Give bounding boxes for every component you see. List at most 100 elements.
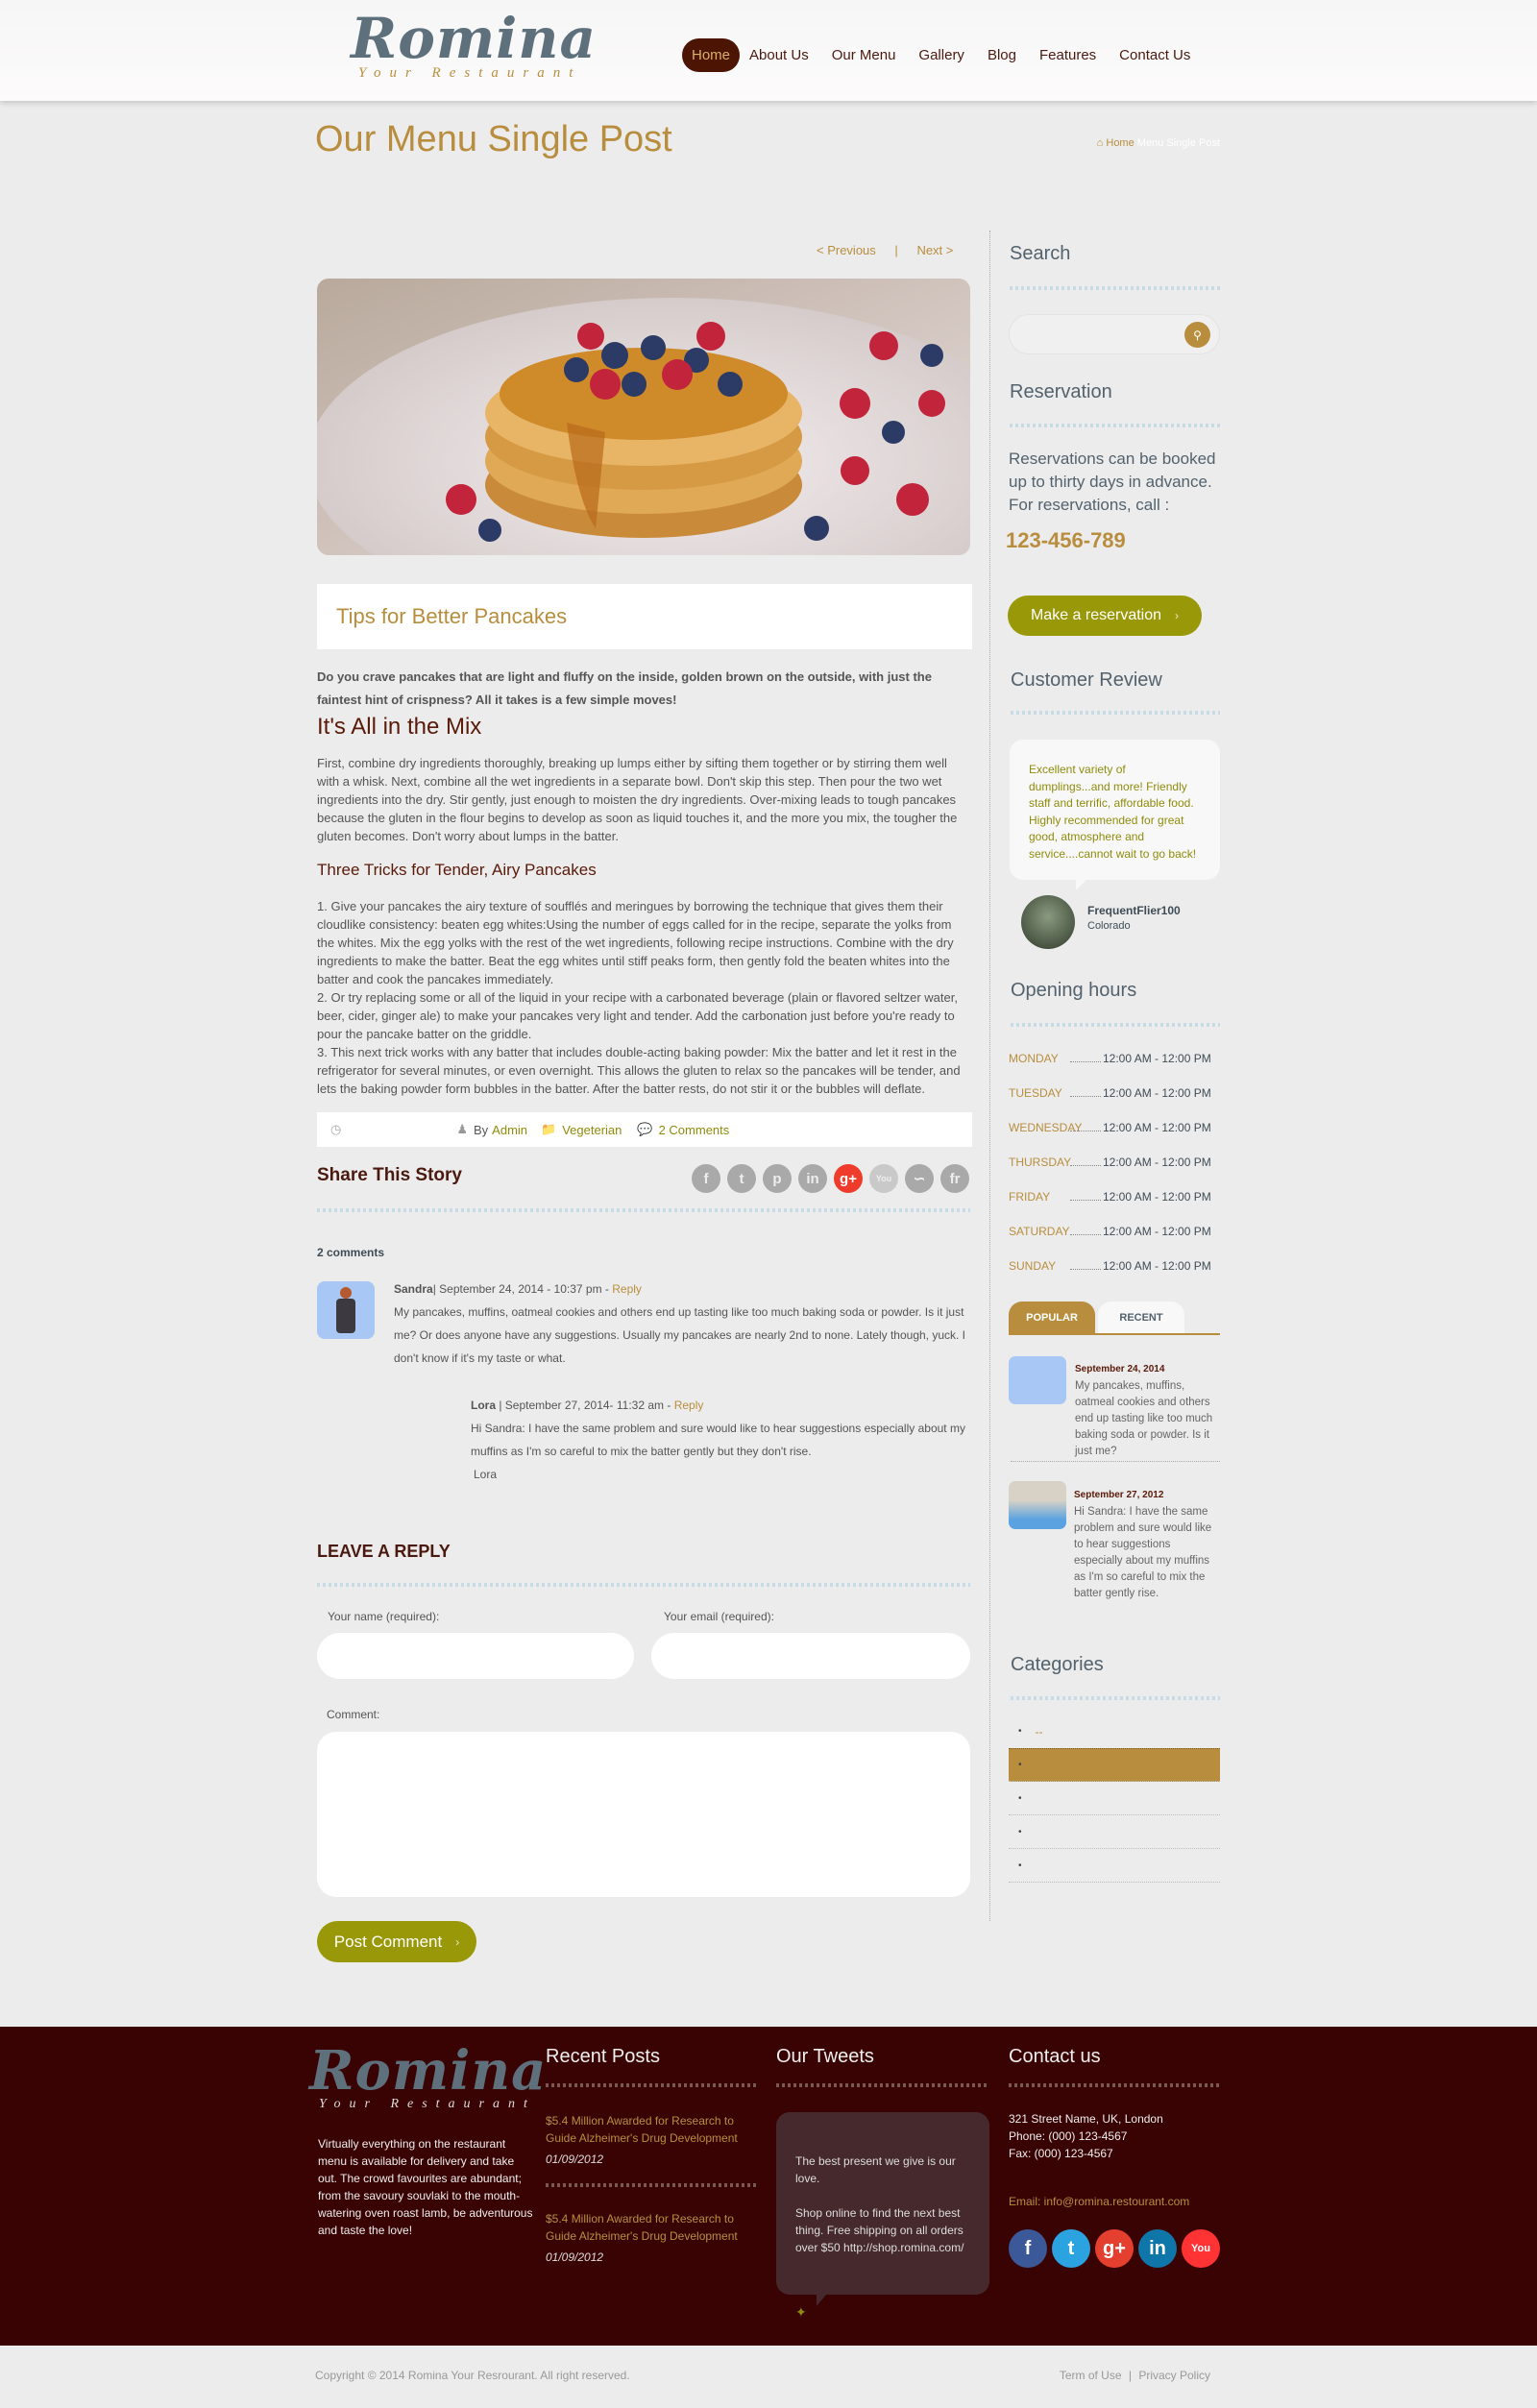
googleplus-icon[interactable]: g+ xyxy=(834,1164,863,1193)
nav-features[interactable]: Features xyxy=(1030,38,1106,72)
author-link[interactable]: Admin xyxy=(492,1123,527,1137)
folder-icon: 📁 xyxy=(541,1122,557,1136)
hours-row: SATURDAY 12:00 AM - 12:00 PM xyxy=(1009,1225,1211,1238)
post-navigation: < Previous | Next > xyxy=(817,243,954,257)
comment-reply: Lora | September 27, 2014- 11:32 am - Re… xyxy=(471,1394,972,1486)
youtube-icon[interactable]: You xyxy=(1182,2229,1220,2268)
recent-post-link[interactable]: $5.4 Million Awarded for Research to Gui… xyxy=(546,2210,757,2245)
nav-about-us[interactable]: About Us xyxy=(740,38,818,72)
privacy-link[interactable]: Privacy Policy xyxy=(1138,2369,1210,2382)
youtube-icon[interactable]: You xyxy=(869,1164,898,1193)
facebook-icon[interactable]: f xyxy=(1009,2229,1047,2268)
linkedin-icon[interactable]: in xyxy=(798,1164,827,1193)
comments-count: 2 comments xyxy=(317,1246,385,1259)
sandra-avatar xyxy=(317,1281,375,1339)
facebook-icon[interactable]: f xyxy=(692,1164,720,1193)
googleplus-icon[interactable]: g+ xyxy=(1095,2229,1134,2268)
hours-row: WEDNESDAY 12:00 AM - 12:00 PM xyxy=(1009,1121,1211,1134)
divider xyxy=(1011,1696,1220,1700)
trick-1: 1. Give your pancakes the airy texture o… xyxy=(317,899,954,986)
divider xyxy=(317,1208,970,1212)
category-item[interactable]: • xyxy=(1009,1849,1220,1883)
divider xyxy=(1011,1023,1220,1027)
terms-link[interactable]: Term of Use xyxy=(1060,2369,1122,2382)
chevron-right-icon: › xyxy=(1175,609,1180,622)
post-meta-bar: ◷ ♟ By Admin 📁 Vegeterian 💬 2 Comments xyxy=(317,1112,972,1147)
opening-hours-title: Opening hours xyxy=(1011,980,1137,1001)
reviewer-name: FrequentFlier100 xyxy=(1087,904,1181,917)
categories-list: • -- • • • • xyxy=(1009,1715,1220,1883)
comment-textarea[interactable] xyxy=(317,1732,970,1897)
email-input[interactable] xyxy=(651,1633,970,1679)
section-heading: It's All in the Mix xyxy=(317,714,482,740)
make-reservation-button[interactable]: Make a reservation › xyxy=(1008,596,1202,636)
comment-text: My pancakes, muffins, oatmeal cookies an… xyxy=(394,1305,966,1365)
divider xyxy=(1010,424,1220,427)
our-tweets: Our Tweets The best present we give is o… xyxy=(776,2046,989,2321)
contact-address: 321 Street Name, UK, London xyxy=(1009,2112,1163,2126)
post-thumbnail xyxy=(1009,1481,1066,1529)
twitter-icon[interactable]: t xyxy=(1052,2229,1090,2268)
share-title: Share This Story xyxy=(317,1165,462,1185)
user-icon: ♟ xyxy=(456,1122,468,1136)
tab-popular[interactable]: POPULAR xyxy=(1009,1301,1095,1333)
category-link[interactable]: Vegeterian xyxy=(562,1123,622,1137)
divider xyxy=(1010,286,1220,290)
comment-author: Sandra xyxy=(394,1282,433,1296)
contact-us: Contact us 321 Street Name, UK, London P… xyxy=(1009,2046,1222,2268)
contact-phone: Phone: (000) 123-4567 xyxy=(1009,2129,1128,2143)
reviewer-avatar xyxy=(1021,895,1075,949)
category-item[interactable]: • -- xyxy=(1009,1715,1220,1748)
reply-link[interactable]: Reply xyxy=(674,1399,704,1412)
hours-row: TUESDAY 12:00 AM - 12:00 PM xyxy=(1009,1086,1211,1100)
nav-blog[interactable]: Blog xyxy=(978,38,1026,72)
friendfeed-icon[interactable]: fr xyxy=(940,1164,969,1193)
reply-title: LEAVE A REPLY xyxy=(317,1542,451,1561)
previous-link[interactable]: < Previous xyxy=(817,243,876,257)
hours-row: FRIDAY 12:00 AM - 12:00 PM xyxy=(1009,1190,1211,1204)
breadcrumb-home[interactable]: Home xyxy=(1106,137,1134,149)
pinterest-icon[interactable]: p xyxy=(763,1164,792,1193)
twitter-icon[interactable]: t xyxy=(727,1164,756,1193)
category-item[interactable]: • xyxy=(1009,1748,1220,1782)
post-comment-button[interactable]: Post Comment › xyxy=(317,1921,476,1962)
rss-icon[interactable]: ∽ xyxy=(905,1164,934,1193)
reviewer-location: Colorado xyxy=(1087,920,1131,932)
nav-contact-us[interactable]: Contact Us xyxy=(1110,38,1200,72)
hours-list: MONDAY 12:00 AM - 12:00 PM TUESDAY 12:00 A… xyxy=(1009,1041,1222,1283)
nav-gallery[interactable]: Gallery xyxy=(909,38,974,72)
tab-post: September 24, 2014 My pancakes, muffins,… xyxy=(1075,1364,1213,1457)
hours-row: MONDAY 12:00 AM - 12:00 PM xyxy=(1009,1052,1211,1065)
name-label: Your name (required): xyxy=(328,1610,440,1623)
recent-post-link[interactable]: $5.4 Million Awarded for Research to Gui… xyxy=(546,2112,757,2147)
contact-email[interactable]: Email: info@romina.restourant.com xyxy=(1009,2195,1222,2208)
comments-link[interactable]: 2 Comments xyxy=(659,1123,730,1137)
reservation-text: Reservations can be booked up to thirty … xyxy=(1009,450,1216,514)
reply-link[interactable]: Reply xyxy=(612,1282,642,1296)
page-title: Our Menu Single Post xyxy=(315,119,672,159)
comment-text: Hi Sandra: I have the same problem and s… xyxy=(471,1422,965,1458)
reservation-title: Reservation xyxy=(1010,381,1112,402)
contact-fax: Fax: (000) 123-4567 xyxy=(1009,2147,1113,2160)
linkedin-icon[interactable]: in xyxy=(1138,2229,1177,2268)
hours-row: SUNDAY 12:00 AM - 12:00 PM xyxy=(1009,1259,1211,1273)
nav-home[interactable]: Home xyxy=(682,38,741,72)
footer-social: f t g+ in You xyxy=(1009,2229,1222,2268)
share-icons: f t p in g+ You ∽ fr xyxy=(692,1164,969,1193)
review-text: Excellent variety of dumplings...and mor… xyxy=(1029,763,1197,861)
post-image xyxy=(317,279,970,555)
tab-recent[interactable]: RECENT xyxy=(1098,1301,1184,1333)
name-input[interactable] xyxy=(317,1633,634,1679)
footer xyxy=(0,2027,1537,2346)
logo[interactable]: Romina Your Restaurant xyxy=(351,8,597,82)
comments-icon: 💬 xyxy=(637,1122,653,1136)
footer-about: Virtually everything on the restaurant m… xyxy=(318,2137,533,2237)
sidebar-tabs: POPULAR RECENT xyxy=(1009,1301,1220,1335)
post-title: Tips for Better Pancakes xyxy=(336,604,568,628)
category-item[interactable]: • xyxy=(1009,1815,1220,1849)
next-link[interactable]: Next > xyxy=(916,243,953,257)
search-icon[interactable]: ⚲ xyxy=(1184,322,1210,348)
comment-author: Lora xyxy=(471,1399,497,1412)
nav-our-menu[interactable]: Our Menu xyxy=(822,38,906,72)
category-item[interactable]: • xyxy=(1009,1782,1220,1815)
